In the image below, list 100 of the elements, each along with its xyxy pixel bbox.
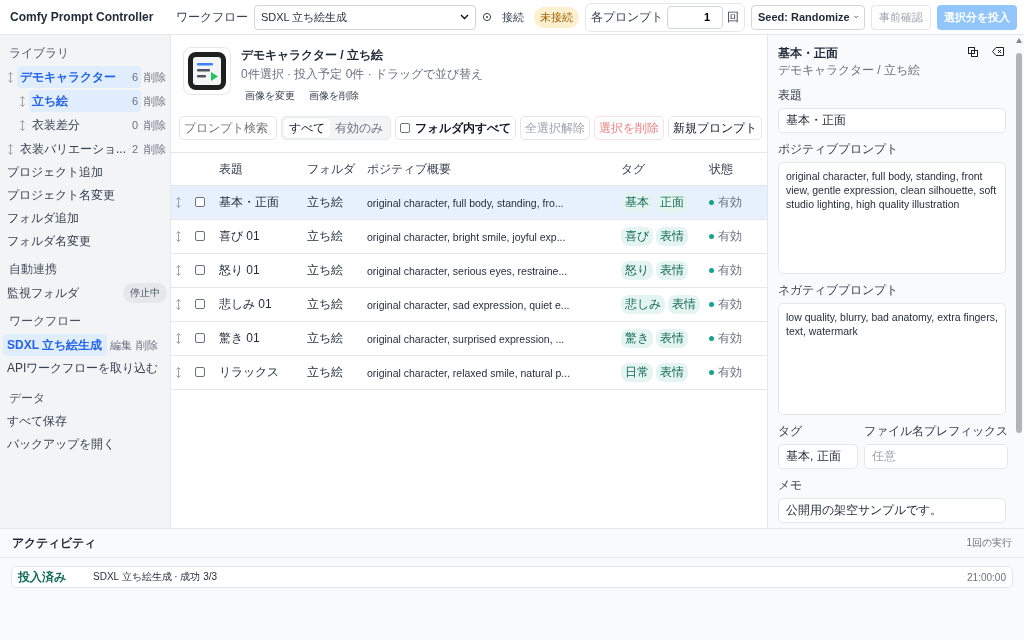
memo-field[interactable]: 公開用の架空サンプルです。 xyxy=(778,498,1006,523)
drag-handle-icon[interactable] xyxy=(175,367,181,378)
section-heading: ライブラリ xyxy=(8,46,70,61)
checkbox[interactable] xyxy=(195,230,205,241)
filter-tab[interactable]: すべて xyxy=(284,119,330,137)
status-text: 有効 xyxy=(718,262,742,279)
count-unit: 回 xyxy=(727,8,739,26)
entry-message: SDXL 立ち絵生成 · 成功 3/3 xyxy=(93,570,219,584)
select-all-label: フォルダ内すべて xyxy=(415,120,511,136)
sidebar-action[interactable]: プロジェクト名変更 xyxy=(3,184,167,207)
field-label: メモ xyxy=(778,477,803,494)
status-text: 有効 xyxy=(718,330,742,347)
workflow-select[interactable]: SDXL 立ち絵生成 xyxy=(254,4,476,30)
backspace-icon[interactable] xyxy=(990,45,1006,58)
field-label: ファイル名プレフィックス xyxy=(864,423,1008,440)
table-cell: 立ち絵 xyxy=(307,364,343,381)
workflow-label: ワークフロー xyxy=(176,8,248,26)
tag: 表情 xyxy=(656,329,688,348)
image-action-button[interactable]: 画像を変更 xyxy=(241,88,299,104)
drag-handle-icon[interactable] xyxy=(175,265,181,276)
checkbox[interactable] xyxy=(400,123,410,133)
table-cell: original character, surprised expression, ... xyxy=(367,332,565,345)
sidebar-action[interactable]: プロジェクト追加 xyxy=(3,161,167,184)
table-cell: 立ち絵 xyxy=(307,330,343,347)
folder-title: デモキャラクター / 立ち絵 xyxy=(241,47,384,64)
status-dot xyxy=(709,200,714,205)
table-cell: original character, bright smile, joyful exp... xyxy=(367,230,566,243)
filter-tab[interactable]: 有効のみ xyxy=(330,119,388,137)
checkbox[interactable] xyxy=(195,264,205,275)
section-heading: データ xyxy=(8,391,46,406)
drag-handle-icon[interactable] xyxy=(175,333,181,344)
table-cell: 喜び 01 xyxy=(219,228,260,245)
drag-handle-icon[interactable] xyxy=(7,143,13,155)
folder-subtitle: 0件選択 · 投入予定 0件 · ドラッグで並び替え xyxy=(241,66,483,83)
drag-handle-icon[interactable] xyxy=(19,119,25,131)
image-action-button[interactable]: 画像を削除 xyxy=(305,88,363,104)
title-field[interactable]: 基本・正面 xyxy=(778,108,1006,133)
status-text: 有効 xyxy=(718,296,742,313)
item-count: 0 xyxy=(131,119,138,131)
status-dot xyxy=(709,302,714,307)
checkbox[interactable] xyxy=(195,332,205,343)
drag-handle-icon[interactable] xyxy=(175,197,181,208)
duplicate-icon[interactable] xyxy=(966,45,980,59)
sidebar-action[interactable]: すべて保存 xyxy=(3,410,167,433)
connect-button[interactable]: 接続 xyxy=(498,9,528,25)
settings-icon[interactable] xyxy=(482,12,492,22)
drag-handle-icon[interactable] xyxy=(175,299,181,310)
folder-item[interactable]: 衣装バリエーショ... 2 xyxy=(17,138,141,160)
sidebar-action[interactable]: フォルダ追加 xyxy=(3,207,167,230)
status-badge: 停止中 xyxy=(123,283,167,303)
new-prompt-button[interactable]: 新規プロンプト xyxy=(668,116,762,140)
folder-item[interactable]: デモキャラクター 6 xyxy=(17,66,141,88)
prompt-field[interactable]: low quality, blurry, bad anatomy, extra fingers, text, watermark xyxy=(778,303,1006,415)
count-input[interactable]: 1 xyxy=(667,5,723,29)
delete-link[interactable]: 削除 xyxy=(133,337,159,353)
folder-item[interactable]: 衣装差分 0 xyxy=(29,114,141,136)
tag: 正面 xyxy=(656,193,688,212)
table-cell: 立ち絵 xyxy=(307,194,343,211)
table-cell: 怒り 01 xyxy=(219,262,260,279)
entry-time: 21:00:00 xyxy=(967,571,1006,583)
checkbox[interactable] xyxy=(195,298,205,309)
sidebar-action[interactable]: フォルダ名変更 xyxy=(3,230,167,253)
status-text: 有効 xyxy=(718,364,742,381)
folder-item[interactable]: 立ち絵 6 xyxy=(29,90,141,112)
caret-icon xyxy=(853,14,858,20)
delete-link[interactable]: 削除 xyxy=(141,93,167,109)
input-field[interactable]: 基本, 正面 xyxy=(778,444,858,469)
drag-handle-icon[interactable] xyxy=(19,95,25,107)
status-dot xyxy=(709,268,714,273)
table-cell: 悲しみ 01 xyxy=(219,296,272,313)
workflow-item[interactable]: SDXL 立ち絵生成 xyxy=(3,334,107,356)
search-field[interactable]: プロンプト検索 xyxy=(179,116,277,140)
drag-handle-icon[interactable] xyxy=(7,71,13,83)
folder-name: 立ち絵 xyxy=(32,92,68,110)
status-text: 有効 xyxy=(718,194,742,211)
delete-link[interactable]: 削除 xyxy=(141,69,167,85)
sidebar-action[interactable]: APIワークフローを取り込む xyxy=(3,357,167,380)
editor-subtitle: デモキャラクター / 立ち絵 xyxy=(778,62,920,79)
sidebar-action[interactable]: バックアップを開く xyxy=(3,433,167,456)
prompt-field[interactable]: original character, full body, standing, front view, gentle expression, clean silhouette, soft studio lighting, high quality illustration xyxy=(778,162,1006,274)
tag: 表情 xyxy=(656,261,688,280)
checkbox[interactable] xyxy=(195,196,205,207)
table-cell: original character, serious eyes, restraine... xyxy=(367,264,568,277)
table-row[interactable]: 基本・正面 立ち絵 original character, full body, standing, fro... 基本 正面 有効 xyxy=(171,186,767,220)
edit-link[interactable]: 編集 xyxy=(107,337,133,353)
seed-select[interactable]: Seed: Randomize xyxy=(751,4,865,30)
delete-link[interactable]: 削除 xyxy=(141,117,167,133)
watch-folder-item[interactable]: 監視フォルダ xyxy=(3,281,83,305)
table-cell: 立ち絵 xyxy=(307,228,343,245)
drag-handle-icon[interactable] xyxy=(175,231,181,242)
tag: 日常 xyxy=(621,363,653,382)
table-cell: 驚き 01 xyxy=(219,330,260,347)
tag: 表情 xyxy=(668,295,700,314)
delete-link[interactable]: 削除 xyxy=(141,141,167,157)
checkbox[interactable] xyxy=(195,366,205,377)
column-header: 表題 xyxy=(219,160,243,178)
column-header: ポジティブ概要 xyxy=(367,160,451,178)
scroll-up-icon[interactable] xyxy=(1016,38,1022,43)
select-all-button[interactable]: フォルダ内すべて xyxy=(395,116,516,140)
entry-status: 投入済み xyxy=(18,568,67,586)
